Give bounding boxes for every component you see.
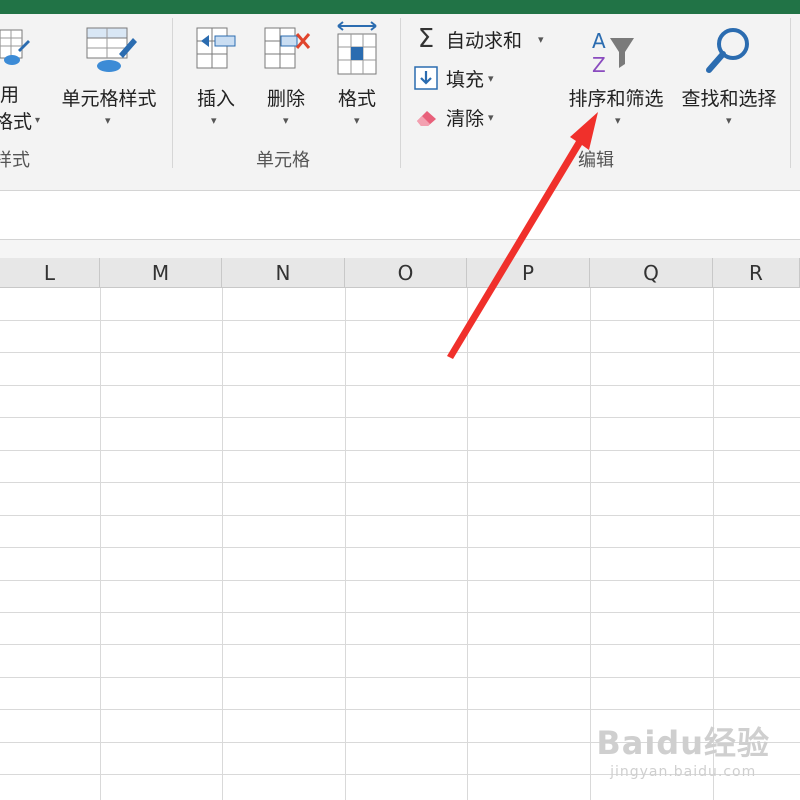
column-header-label: P xyxy=(521,260,535,285)
column-header-N[interactable]: N xyxy=(222,258,345,288)
watermark: Baidu经验 jingyan.baidu.com xyxy=(596,718,770,780)
chevron-down-icon: ▾ xyxy=(615,114,621,127)
formula-bar[interactable] xyxy=(0,191,800,240)
column-header-label: O xyxy=(397,260,414,285)
column-header-M[interactable]: M xyxy=(100,258,222,288)
delete-cells-icon xyxy=(256,24,316,84)
group-divider xyxy=(790,18,791,168)
eraser-icon xyxy=(414,106,440,128)
sigma-icon: Σ xyxy=(417,24,435,54)
column-header-Q[interactable]: Q xyxy=(590,258,713,288)
column-gridline xyxy=(467,288,468,800)
clear-label: 清除 xyxy=(446,107,485,130)
row-gridline xyxy=(0,320,800,321)
clear-button[interactable]: 清除 ▾ xyxy=(414,102,494,132)
column-header-P[interactable]: P xyxy=(467,258,590,288)
column-gridline xyxy=(590,288,591,800)
format-as-table-bottom-label: 格式 xyxy=(0,111,33,133)
cell-styles-button[interactable]: 单元格样式 xyxy=(54,24,164,111)
delete-button[interactable]: 删除 xyxy=(256,24,316,111)
group-divider xyxy=(172,18,173,168)
title-bar xyxy=(0,0,800,14)
chevron-down-icon: ▾ xyxy=(726,114,732,127)
chevron-down-icon: ▾ xyxy=(283,114,289,127)
row-gridline xyxy=(0,417,800,418)
column-header-L[interactable]: L xyxy=(0,258,100,288)
magnifier-icon xyxy=(674,24,784,84)
svg-text:Z: Z xyxy=(592,53,606,77)
chevron-down-icon: ▾ xyxy=(488,71,494,85)
find-select-button[interactable]: 查找和选择 xyxy=(674,24,784,111)
fill-down-icon xyxy=(414,66,438,90)
chevron-down-icon: ▾ xyxy=(354,114,360,127)
svg-text:A: A xyxy=(592,29,606,53)
autosum-button[interactable]: Σ 自动求和 ▾ xyxy=(412,24,544,54)
row-gridline xyxy=(0,515,800,516)
sort-filter-icon: A Z xyxy=(563,26,669,84)
format-as-table-partial-button[interactable]: 用 格式 ▾ xyxy=(0,80,40,134)
chevron-down-icon: ▾ xyxy=(211,114,217,127)
column-header-label: R xyxy=(749,260,763,285)
cells-group-label: 单元格 xyxy=(256,150,310,171)
column-gridline xyxy=(345,288,346,800)
column-gridline xyxy=(100,288,101,800)
styles-group-label: 样式 xyxy=(0,150,30,171)
column-header-R[interactable]: R xyxy=(713,258,800,288)
find-select-label: 查找和选择 xyxy=(681,88,777,110)
group-divider xyxy=(400,18,401,168)
delete-label: 删除 xyxy=(266,88,305,110)
editing-group-label: 编辑 xyxy=(578,150,614,171)
ribbon: 用 格式 ▾ 单元格样式 ▾ 样式 插入 ▾ 删除 ▾ 格式 ▾ 单元格 Σ 自… xyxy=(0,14,800,191)
watermark-logo-text: Baidu经验 xyxy=(596,724,770,762)
format-label: 格式 xyxy=(337,88,376,110)
row-gridline xyxy=(0,677,800,678)
row-gridline xyxy=(0,482,800,483)
cell-styles-icon xyxy=(54,24,164,84)
column-gridline xyxy=(222,288,223,800)
row-gridline xyxy=(0,547,800,548)
row-gridline xyxy=(0,450,800,451)
chevron-down-icon: ▾ xyxy=(488,110,494,124)
sort-filter-label: 排序和筛选 xyxy=(568,88,664,110)
column-header-label: Q xyxy=(643,260,659,285)
fill-label: 填充 xyxy=(446,68,485,91)
row-gridline xyxy=(0,580,800,581)
column-header-label: L xyxy=(43,260,56,285)
watermark-url: jingyan.baidu.com xyxy=(610,764,757,780)
fill-button[interactable]: 填充 ▾ xyxy=(414,63,494,93)
insert-cells-icon xyxy=(186,24,246,84)
row-gridline xyxy=(0,644,800,645)
cell-styles-label: 单元格样式 xyxy=(61,88,157,110)
format-cells-icon xyxy=(326,20,388,84)
row-gridline xyxy=(0,612,800,613)
autosum-label: 自动求和 xyxy=(446,29,523,52)
conditional-format-icon xyxy=(0,26,30,70)
format-as-table-top-label: 用 xyxy=(0,84,20,106)
row-gridline xyxy=(0,352,800,353)
sort-filter-button[interactable]: A Z 排序和筛选 xyxy=(563,26,669,111)
row-gridline xyxy=(0,385,800,386)
row-gridline xyxy=(0,709,800,710)
column-header-O[interactable]: O xyxy=(345,258,467,288)
insert-label: 插入 xyxy=(196,88,235,110)
chevron-down-icon: ▾ xyxy=(35,115,41,126)
format-button[interactable]: 格式 xyxy=(326,20,388,111)
column-header-label: M xyxy=(151,260,170,285)
chevron-down-icon: ▾ xyxy=(538,32,544,46)
column-header-label: N xyxy=(275,260,291,285)
chevron-down-icon: ▾ xyxy=(105,114,111,127)
insert-button[interactable]: 插入 xyxy=(186,24,246,111)
